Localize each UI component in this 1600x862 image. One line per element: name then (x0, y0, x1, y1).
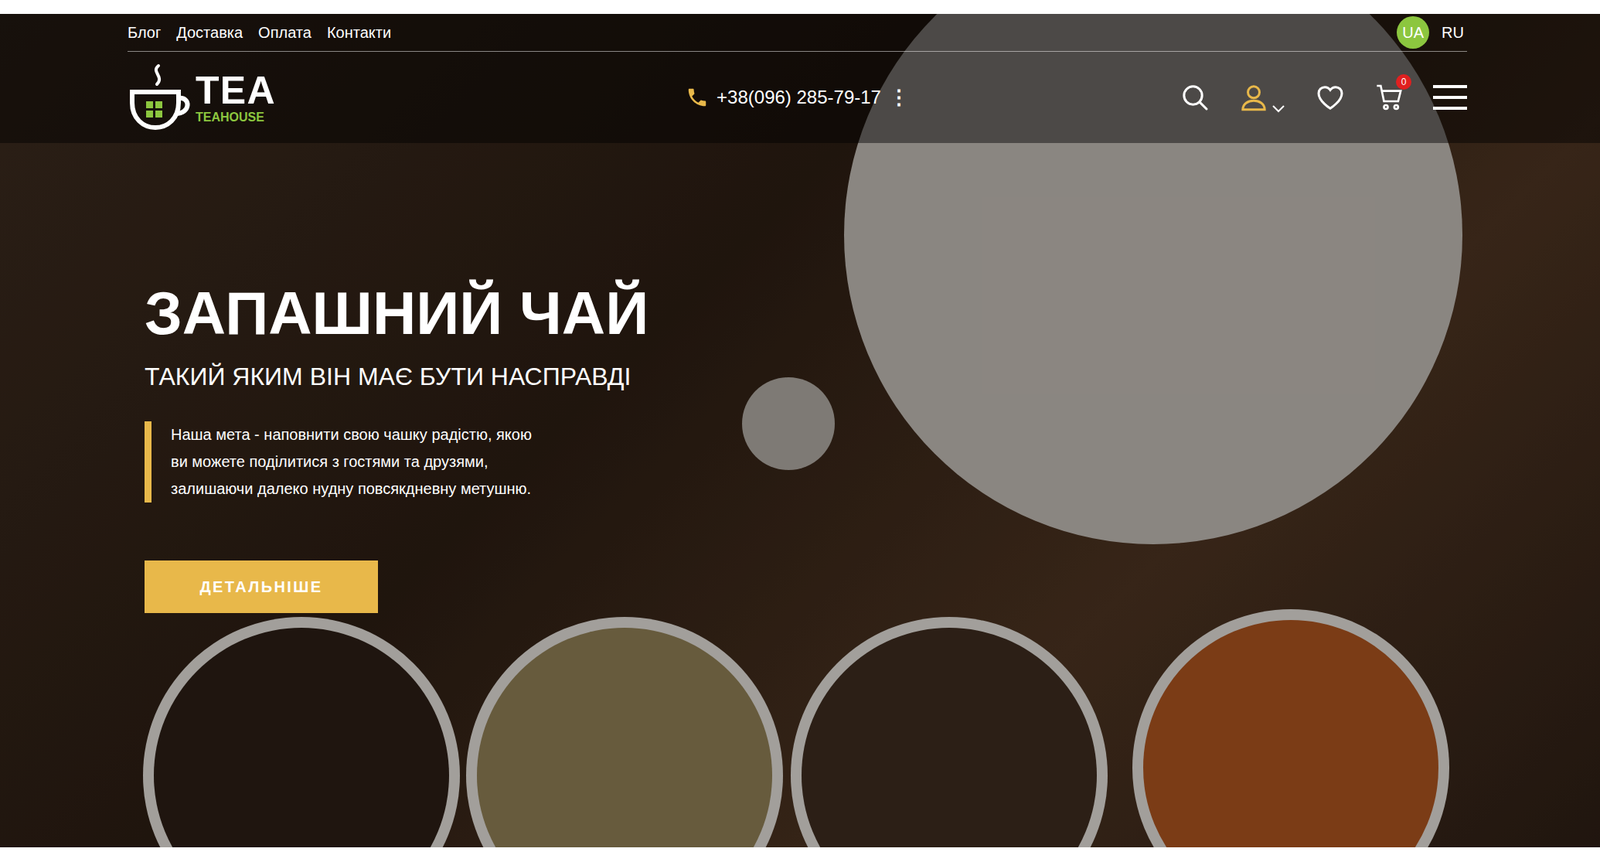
search-icon[interactable] (1179, 81, 1211, 113)
logo[interactable]: TEA TEAHOUSE (127, 62, 276, 133)
logo-subtitle: TEAHOUSE (195, 111, 276, 124)
language-option[interactable]: UA (1396, 16, 1430, 49)
nav-link[interactable]: Блог (127, 20, 161, 45)
hero-description: Наша мета - наповнити свою чашку радістю… (144, 421, 1600, 503)
logo-title: TEA (195, 71, 276, 110)
cart[interactable]: 0 (1374, 81, 1406, 113)
language-switch: UARU (1396, 16, 1468, 49)
hero: Блог Доставка Оплата Контакти UARU (0, 13, 1600, 848)
phone[interactable]: +38(096) 285-79-17 ⋮ (685, 82, 909, 113)
nav-link[interactable]: Контакти (326, 20, 392, 45)
phone-icon (685, 85, 709, 109)
cart-badge: 0 (1395, 74, 1412, 90)
heart-icon[interactable] (1314, 81, 1347, 113)
teacup-icon (127, 62, 193, 133)
nav-link[interactable]: Оплата (258, 20, 312, 45)
nav-link[interactable]: Доставка (176, 20, 243, 45)
user-icon (1238, 81, 1270, 114)
main-bar: TEA TEAHOUSE +38(096) 285-79-17 ⋮ (127, 51, 1468, 143)
chevron-down-icon (1270, 102, 1287, 114)
language-option[interactable]: RU (1438, 16, 1468, 49)
top-nav: Блог Доставка Оплата Контакти (127, 20, 392, 45)
hero-subtitle: ТАКИЙ ЯКИМ ВІН МАЄ БУТИ НАСПРАВДІ (144, 357, 1600, 395)
details-button[interactable]: ДЕТАЛЬНІШЕ (144, 560, 378, 613)
hero-title: ЗАПАШНИЙ ЧАЙ (144, 282, 1600, 346)
site-header: Блог Доставка Оплата Контакти UARU (0, 13, 1600, 143)
phone-number[interactable]: +38(096) 285-79-17 (716, 83, 882, 112)
top-bar: Блог Доставка Оплата Контакти UARU (127, 13, 1468, 52)
phone-menu[interactable]: ⋮ (888, 82, 909, 113)
account-menu[interactable] (1238, 81, 1287, 114)
hamburger-icon[interactable] (1433, 81, 1468, 113)
